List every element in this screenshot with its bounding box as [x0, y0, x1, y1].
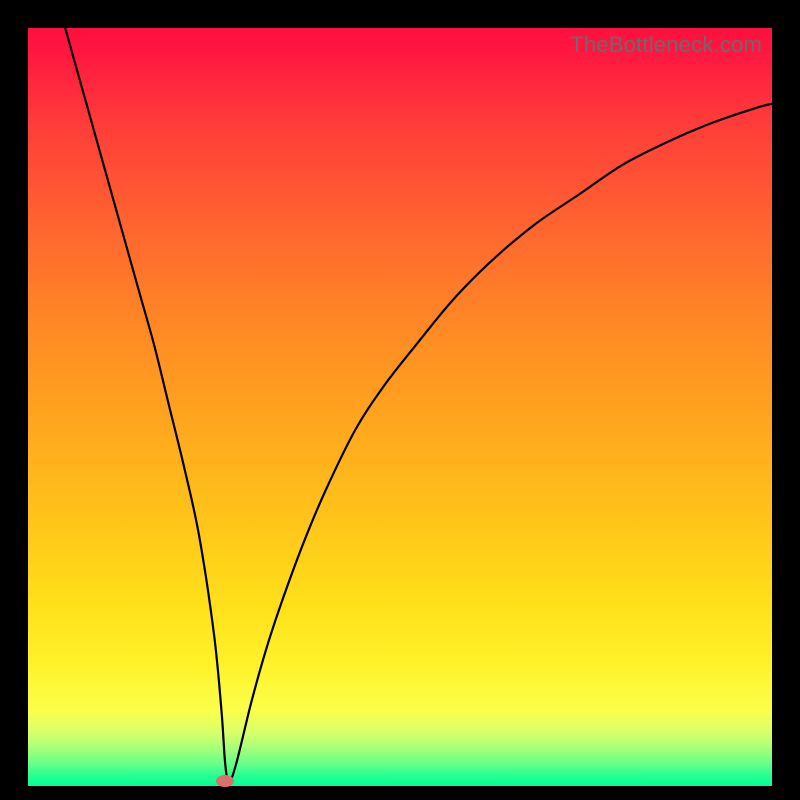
- optimal-point-marker: [216, 775, 234, 787]
- chart-frame: TheBottleneck.com: [0, 0, 800, 800]
- bottleneck-curve: [65, 28, 772, 782]
- plot-area: TheBottleneck.com: [28, 28, 772, 786]
- curve-svg: [28, 28, 772, 786]
